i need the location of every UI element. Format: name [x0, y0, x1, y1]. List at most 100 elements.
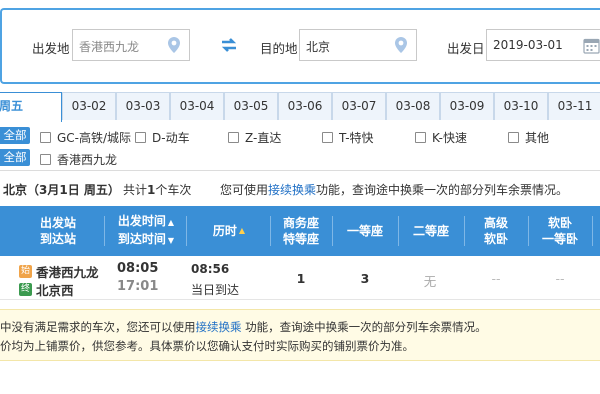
- col-duration-label: 历时: [212, 224, 237, 238]
- filter-k[interactable]: K-快速: [415, 129, 467, 146]
- swap-icon[interactable]: [220, 37, 238, 53]
- checkbox[interactable]: [228, 132, 239, 143]
- col-station: 出发站 到达站: [18, 206, 98, 256]
- col-second-label: 二等座: [412, 224, 449, 238]
- date-input[interactable]: 2019-03-01: [486, 29, 600, 61]
- hint-suffix: 功能，查询途中换乘一次的部分列车余票情况。: [316, 183, 569, 197]
- date-tab[interactable]: 03-08: [386, 92, 440, 120]
- date-tab[interactable]: 03-04: [170, 92, 224, 120]
- checkbox[interactable]: [508, 132, 519, 143]
- business-seat: 1: [296, 271, 306, 286]
- filter-z[interactable]: Z-直达: [228, 129, 281, 146]
- filter-d[interactable]: D-动车: [135, 129, 190, 146]
- col-soft-top: 软卧: [547, 216, 572, 230]
- start-badge: 始: [19, 265, 32, 278]
- col-duration[interactable]: 历时 ▲: [190, 206, 268, 256]
- search-panel: 出发地 香港西九龙 目的地 北京 出发日 2019-03-01: [0, 8, 600, 84]
- date-tab[interactable]: 03-11: [548, 92, 600, 120]
- filter-label: T-特快: [339, 131, 374, 145]
- notice-line-1: 中没有满足需求的车次，您还可以使用接续换乘 功能，查询途中换乘一次的部分列车余票…: [0, 319, 487, 335]
- date-tab-active[interactable]: 周五: [0, 92, 62, 122]
- notice-text: 功能，查询途中换乘一次的部分列车余票情况。: [241, 320, 487, 334]
- date-tab[interactable]: 03-09: [440, 92, 494, 120]
- table-row[interactable]: 始 香港西九龙 终 北京西 08:05 17:01 08:56 当日到达 1 3…: [0, 256, 600, 300]
- sort-arrive[interactable]: 到达时间 ▼: [118, 231, 174, 249]
- map-pin-icon[interactable]: [393, 36, 409, 54]
- transfer-link[interactable]: 接续换乘: [196, 320, 242, 334]
- col-station-bottom: 到达站: [39, 232, 76, 246]
- filter-label: Z-直达: [245, 131, 282, 145]
- notice-text: 中没有满足需求的车次，您还可以使用: [0, 320, 196, 334]
- transfer-hint: 您可使用接续换乘功能，查询途中换乘一次的部分列车余票情况。: [220, 181, 568, 198]
- col-premium: 高级 软卧: [465, 206, 527, 256]
- col-second: 二等座: [399, 206, 463, 256]
- filter-label: 其他: [525, 131, 550, 145]
- filter-other[interactable]: 其他: [508, 129, 549, 146]
- map-pin-icon[interactable]: [166, 36, 182, 54]
- sort-up-icon: ▲: [238, 226, 246, 235]
- notice-line-2: 价均为上铺票价，供您参考。具体票价以您确认支付时实际购买的铺别票价为准。: [0, 339, 414, 353]
- train-type-filter: 全部 GC-高铁/城际 D-动车 Z-直达 T-特快 K-快速 其他: [0, 126, 600, 146]
- sort-down-icon: ▼: [167, 236, 175, 245]
- count-suffix: 个车次: [155, 183, 192, 197]
- to-station-value: 北京: [306, 40, 331, 54]
- col-business: 商务座 特等座: [271, 206, 331, 256]
- col-soft-bottom: 一等卧: [541, 232, 578, 246]
- date-value: 2019-03-01: [493, 38, 563, 52]
- col-business-bottom: 特等座: [282, 232, 319, 246]
- duration: 08:56: [191, 262, 230, 276]
- filter-station[interactable]: 香港西九龙: [40, 151, 117, 168]
- col-premium-bottom: 软卧: [483, 232, 508, 246]
- filter-gc[interactable]: GC-高铁/城际: [40, 129, 131, 146]
- calendar-icon[interactable]: [583, 37, 600, 54]
- end-badge: 终: [19, 283, 32, 296]
- col-time[interactable]: 出发时间 ▲ 到达时间 ▼: [108, 206, 184, 256]
- divider: [592, 216, 593, 246]
- result-count: 共计1个车次: [123, 181, 191, 198]
- arrive-time: 17:01: [117, 279, 159, 294]
- count-prefix: 共计: [123, 183, 148, 197]
- date-tab[interactable]: 03-10: [494, 92, 548, 120]
- divider: [0, 170, 600, 171]
- checkbox[interactable]: [415, 132, 426, 143]
- filter-label: D-动车: [152, 131, 190, 145]
- date-tab[interactable]: 03-05: [224, 92, 278, 120]
- to-label: 目的地: [260, 41, 298, 56]
- date-tab[interactable]: 03-07: [332, 92, 386, 120]
- date-label: 出发日: [447, 41, 485, 56]
- transfer-link[interactable]: 接续换乘: [268, 183, 316, 197]
- date-tab[interactable]: 03-03: [116, 92, 170, 120]
- to-station-name: 北京西: [36, 283, 74, 298]
- result-date-title: 北京（3月1日 周五）: [3, 183, 120, 197]
- table-header: 出发站 到达站 出发时间 ▲ 到达时间 ▼ 历时 ▲ 商务座 特等座 一等座 二等座 …: [0, 206, 600, 256]
- hint-prefix: 您可使用: [220, 183, 269, 197]
- first-class-seat: 3: [360, 271, 370, 286]
- filter-t[interactable]: T-特快: [322, 129, 374, 146]
- checkbox[interactable]: [40, 132, 51, 143]
- checkbox[interactable]: [135, 132, 146, 143]
- sort-depart[interactable]: 出发时间 ▲: [118, 213, 174, 231]
- to-station-cell: 终 北京西: [19, 280, 74, 299]
- date-tab[interactable]: 03-02: [62, 92, 116, 120]
- premium-sleeper: --: [491, 271, 501, 286]
- col-time-top: 出发时间: [117, 214, 166, 228]
- result-summary: 北京（3月1日 周五） 共计1个车次 您可使用接续换乘功能，查询途中换乘一次的部…: [0, 181, 600, 197]
- all-types-button[interactable]: 全部: [0, 127, 30, 144]
- col-first-label: 一等座: [346, 224, 383, 238]
- col-premium-top: 高级: [483, 216, 508, 230]
- to-station-input[interactable]: 北京: [299, 29, 417, 61]
- col-station-top: 出发站: [39, 216, 76, 230]
- station-filter: 全部 香港西九龙: [0, 148, 600, 168]
- date-tabs: 周五 03-02 03-03 03-04 03-05 03-06 03-07 0…: [0, 92, 600, 122]
- filter-label: K-快速: [432, 131, 467, 145]
- depart-time: 08:05: [117, 261, 159, 276]
- date-tab[interactable]: 03-06: [278, 92, 332, 120]
- checkbox[interactable]: [40, 154, 51, 165]
- filter-label: GC-高铁/城际: [57, 131, 132, 145]
- from-label: 出发地: [32, 41, 70, 56]
- checkbox[interactable]: [322, 132, 333, 143]
- divider: [186, 216, 187, 246]
- col-soft: 软卧 一等卧: [529, 206, 591, 256]
- all-stations-button[interactable]: 全部: [0, 149, 30, 166]
- from-station-input[interactable]: 香港西九龙: [72, 29, 190, 61]
